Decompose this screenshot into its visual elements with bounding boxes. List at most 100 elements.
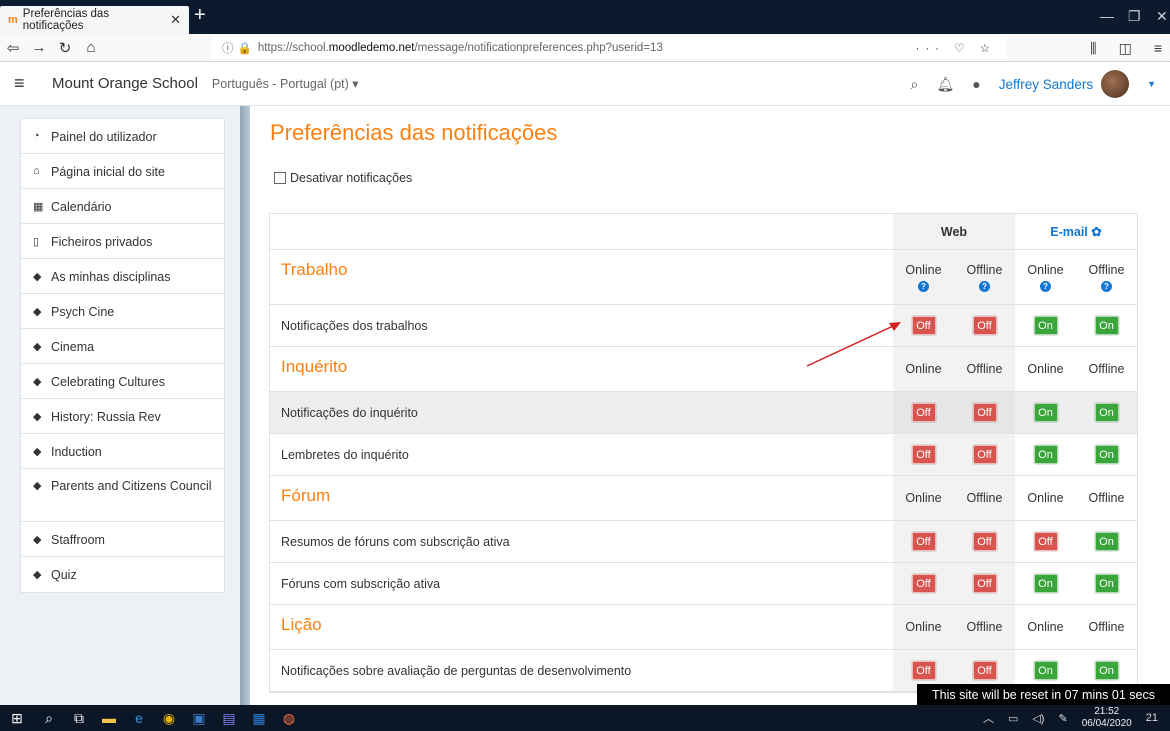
- page-title: Preferências das notificações: [270, 120, 558, 145]
- toggle-off-button[interactable]: Off: [972, 532, 997, 551]
- volume-icon[interactable]: ◁): [1032, 712, 1044, 725]
- reload-icon[interactable]: ↻: [52, 39, 78, 57]
- disable-notifications-label: Desativar notificações: [290, 171, 413, 185]
- sidebar-item[interactable]: ◆ Celebrating Cultures: [21, 364, 224, 399]
- toggle-off-button[interactable]: Off: [972, 403, 997, 422]
- sidebar-item-label: Página inicial do site: [51, 165, 165, 179]
- edge-icon[interactable]: e: [124, 710, 154, 726]
- disable-notifications-checkbox[interactable]: Desativar notificações: [274, 171, 412, 185]
- sidebar-item[interactable]: ◆ As minhas disciplinas: [21, 259, 224, 294]
- toggle-off-button[interactable]: Off: [972, 661, 997, 680]
- toggle-on-button[interactable]: On: [1094, 403, 1119, 422]
- toggle-off-button[interactable]: Off: [911, 532, 936, 551]
- notifications-icon[interactable]: 21: [1146, 712, 1158, 724]
- home-icon[interactable]: ⌂: [78, 39, 104, 56]
- sidebar-toggle-icon[interactable]: ◫: [1119, 40, 1132, 57]
- sidebar-item[interactable]: ◆ Staffroom: [21, 522, 224, 557]
- preferences-table: Web E-mail ✿ Trabalho Online? Offline? Onli…: [269, 213, 1138, 693]
- site-header: ≡ Mount Orange School Português - Portug…: [0, 62, 1170, 106]
- avatar[interactable]: [1101, 70, 1130, 98]
- toggle-on-button[interactable]: On: [1094, 316, 1119, 335]
- toggle-on-button[interactable]: On: [1094, 661, 1119, 680]
- forward-icon[interactable]: →: [26, 39, 52, 56]
- toggle-off-button[interactable]: Off: [911, 403, 936, 422]
- toggle-on-button[interactable]: On: [1094, 445, 1119, 464]
- page-actions-icon[interactable]: ··· ♡ ☆: [916, 41, 997, 55]
- language-menu[interactable]: Português - Portugal (pt) ▾: [212, 76, 359, 91]
- toggle-on-button[interactable]: On: [1033, 445, 1058, 464]
- library-icon[interactable]: ⫼: [1090, 40, 1096, 57]
- outlook-icon[interactable]: ▣: [184, 710, 214, 727]
- toggle-on-button[interactable]: On: [1033, 316, 1058, 335]
- restore-icon[interactable]: ❐: [1128, 8, 1141, 25]
- close-tab-icon[interactable]: ✕: [170, 12, 181, 28]
- toggle-off-button[interactable]: Off: [972, 316, 997, 335]
- help-icon[interactable]: ?: [1040, 280, 1051, 292]
- file-explorer-icon[interactable]: ▬: [94, 710, 124, 726]
- column-subheader: Online?: [1015, 250, 1076, 304]
- column-subheader: Offline?: [954, 250, 1015, 304]
- network-icon[interactable]: ▭: [1008, 712, 1018, 725]
- word-icon[interactable]: ▦: [244, 710, 274, 727]
- toggle-on-button[interactable]: On: [1033, 661, 1058, 680]
- sidebar-item[interactable]: ◆ Parents and Citizens Council: [21, 469, 224, 522]
- firefox-icon[interactable]: ◍: [274, 710, 304, 727]
- sidebar-item[interactable]: ◆ Quiz: [21, 557, 224, 592]
- toggle-off-button[interactable]: Off: [911, 445, 936, 464]
- info-icon[interactable]: ⓘ: [222, 40, 234, 56]
- new-tab-icon[interactable]: +: [194, 4, 206, 26]
- url-bar[interactable]: ⓘ 🔒 https://school. moodledemo.net/messag…: [212, 37, 1006, 59]
- toggle-off-button[interactable]: Off: [911, 574, 936, 593]
- sidebar-item[interactable]: ▯ Ficheiros privados: [21, 224, 224, 259]
- toggle-cell: On: [1076, 563, 1137, 604]
- clock[interactable]: 21:52 06/04/2020: [1082, 706, 1132, 730]
- sidebar-item[interactable]: ▦ Calendário: [21, 189, 224, 224]
- close-window-icon[interactable]: ✕: [1156, 8, 1168, 25]
- offline-label: Offline: [966, 620, 1003, 634]
- sidebar-item[interactable]: ◆ Cinema: [21, 329, 224, 364]
- toggle-off-button[interactable]: Off: [911, 316, 936, 335]
- toggle-off-button[interactable]: Off: [1033, 532, 1058, 551]
- gear-icon[interactable]: ✿: [1091, 224, 1101, 239]
- toggle-on-button[interactable]: On: [1094, 532, 1119, 551]
- toggle-off-button[interactable]: Off: [972, 445, 997, 464]
- site-name[interactable]: Mount Orange School: [52, 75, 198, 92]
- menu-icon[interactable]: ≡: [1154, 40, 1162, 56]
- nav-drawer-toggle-icon[interactable]: ≡: [14, 73, 44, 94]
- browser-tab[interactable]: m Preferências das notificações ✕: [0, 6, 189, 34]
- tray-chevron-icon[interactable]: ︿: [983, 710, 994, 726]
- user-menu-caret-icon[interactable]: ▼: [1147, 79, 1156, 89]
- sidebar-item[interactable]: ⌂ Página inicial do site: [21, 154, 224, 189]
- help-icon[interactable]: ?: [918, 280, 929, 292]
- chat-icon[interactable]: ●: [972, 76, 980, 92]
- chrome-icon[interactable]: ◉: [154, 710, 184, 727]
- toggle-on-button[interactable]: On: [1033, 403, 1058, 422]
- pen-icon[interactable]: ✎: [1058, 712, 1067, 725]
- task-view-icon[interactable]: ⧉: [64, 710, 94, 727]
- notifications-count: 21: [1145, 712, 1158, 724]
- online-label: Online: [905, 362, 942, 376]
- sidebar-item[interactable]: ◔ Painel do utilizador: [21, 119, 224, 154]
- toggle-off-button[interactable]: Off: [972, 574, 997, 593]
- sidebar-item[interactable]: ◆ History: Russia Rev: [21, 399, 224, 434]
- offline-label: Offline: [1088, 620, 1125, 634]
- toggle-on-button[interactable]: On: [1033, 574, 1058, 593]
- sidebar-item[interactable]: ◆ Induction: [21, 434, 224, 469]
- notification-label: Fóruns com subscrição ativa: [281, 576, 441, 591]
- minimize-icon[interactable]: —: [1100, 8, 1114, 24]
- search-icon[interactable]: ⌕: [34, 710, 64, 727]
- user-name[interactable]: Jeffrey Sanders: [999, 77, 1093, 92]
- help-icon[interactable]: ?: [1101, 280, 1112, 292]
- checkbox-box[interactable]: [274, 172, 286, 184]
- teams-icon[interactable]: ▤: [214, 710, 244, 727]
- search-icon[interactable]: ⌕: [911, 76, 919, 93]
- bell-icon[interactable]: 🔔︎: [937, 76, 955, 93]
- sidebar-item[interactable]: ◆ Psych Cine: [21, 294, 224, 329]
- help-icon[interactable]: ?: [979, 280, 990, 292]
- toggle-off-button[interactable]: Off: [911, 661, 936, 680]
- sidebar-item-label: Staffroom: [51, 533, 105, 547]
- back-icon[interactable]: ⇦: [0, 39, 26, 57]
- start-icon[interactable]: ⊞: [0, 710, 34, 727]
- sidebar-item-label: Quiz: [51, 568, 77, 582]
- toggle-on-button[interactable]: On: [1094, 574, 1119, 593]
